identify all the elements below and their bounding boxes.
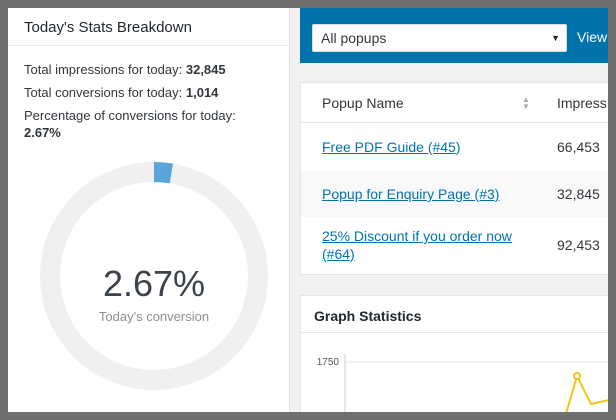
series-line (565, 373, 608, 412)
impressions-stat: Total impressions for today: 32,845 (24, 62, 273, 77)
graph-statistics-card: Graph Statistics 1750 (300, 295, 608, 412)
dashboard: Today's Stats Breakdown Total impression… (8, 8, 608, 412)
conversion-donut-chart: 2.67% Today's conversion (36, 158, 272, 394)
percentage-label: Percentage of conversions for today: (24, 108, 236, 123)
stats-card-title: Today's Stats Breakdown (24, 19, 192, 36)
popup-select[interactable]: All popups ▼ (312, 24, 567, 52)
graph-title: Graph Statistics (301, 296, 608, 333)
stats-summary: Total impressions for today: 32,845 Tota… (8, 46, 289, 140)
sort-icon[interactable]: ▲ ▼ (522, 96, 530, 111)
data-point (573, 372, 581, 380)
table-row: Free PDF Guide (#45) 66,453 (301, 123, 608, 171)
stats-breakdown-card: Today's Stats Breakdown Total impression… (8, 8, 290, 412)
table-header: Popup Name ▲ ▼ Impress (301, 83, 608, 123)
y-tick-label: 1750 (317, 357, 340, 368)
conversions-stat: Total conversions for today: 1,014 (24, 85, 273, 100)
percentage-value: 2.67% (24, 125, 61, 140)
popup-link[interactable]: 25% Discount if you order now (#64) (322, 227, 522, 263)
stats-card-header: Today's Stats Breakdown (8, 8, 289, 46)
view-button[interactable]: View (577, 29, 607, 45)
donut-value: 2.67% (102, 263, 206, 304)
popup-link[interactable]: Free PDF Guide (#45) (322, 138, 461, 156)
impressions-label: Total impressions for today: (24, 62, 183, 77)
table-row: Popup for Enquiry Page (#3) 32,845 (301, 171, 608, 217)
impressions-cell: 66,453 (557, 139, 600, 155)
popups-table: Popup Name ▲ ▼ Impress Free PDF Guide (#4… (300, 82, 608, 275)
graph-area: 1750 (301, 334, 608, 412)
impressions-value: 32,845 (185, 62, 226, 77)
popup-link[interactable]: Popup for Enquiry Page (#3) (322, 185, 499, 203)
popup-filter-bar: All popups ▼ View (300, 8, 608, 63)
impressions-cell: 92,453 (557, 237, 600, 253)
conversions-value: 1,014 (185, 85, 219, 100)
conversions-label: Total conversions for today: (24, 85, 183, 100)
graph-svg: 1750 (317, 354, 608, 412)
impressions-cell: 32,845 (557, 186, 600, 202)
percentage-stat: Percentage of conversions for today: 2.6… (24, 108, 273, 140)
popup-select-value: All popups (321, 30, 387, 46)
column-header-impressions[interactable]: Impress (557, 95, 607, 111)
donut-caption: Today's conversion (98, 309, 210, 324)
table-row: 25% Discount if you order now (#64) 92,4… (301, 217, 608, 273)
column-header-popup-name[interactable]: Popup Name (322, 95, 404, 111)
dropdown-arrow-icon: ▼ (551, 33, 560, 43)
